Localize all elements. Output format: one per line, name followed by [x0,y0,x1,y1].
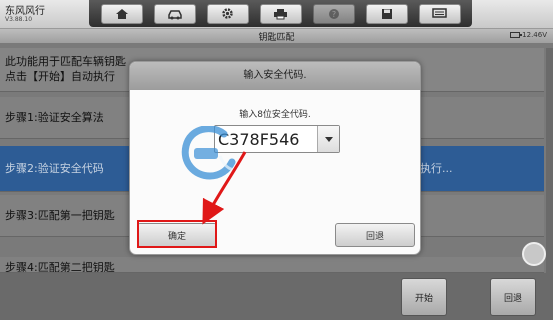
back-button[interactable]: 回退 [490,278,536,316]
start-button[interactable]: 开始 [401,278,447,316]
footer-bar: 开始 回退 [0,273,553,320]
dialog-title: 输入安全代码. [130,62,420,90]
scrollbar[interactable] [546,48,553,273]
printer-icon [274,8,287,19]
toolbar: ? [89,0,472,27]
dialog-prompt: 输入8位安全代码. [239,110,311,120]
dropdown-button[interactable] [317,126,339,152]
top-bar: 东风风行 V3.88.10 ? [0,0,553,29]
step-row-4[interactable]: 步骤4:匹配第二把钥匙 [0,257,544,273]
svg-text:?: ? [331,10,335,19]
battery-voltage: 12.46V [522,31,547,39]
highlight-box [137,220,217,248]
message-button[interactable] [418,3,461,24]
step-row-2-label: 步骤2:验证安全代码 [5,162,104,175]
gear-icon [222,8,233,19]
app-version: V3.88.10 [5,16,33,23]
chevron-down-icon [324,136,333,142]
step-row-2-status: 执行... [420,162,453,175]
help-button[interactable]: ? [312,3,355,24]
car-button[interactable] [153,3,196,24]
message-icon [432,7,447,18]
home-button[interactable] [100,3,143,24]
watermark-logo-icon [181,126,237,180]
save-icon [381,8,392,19]
home-icon [115,8,128,19]
settings-button[interactable] [206,3,249,24]
dialog-back-button[interactable]: 回退 [335,223,415,247]
save-button[interactable] [365,3,408,24]
print-button[interactable] [259,3,302,24]
help-icon: ? [328,8,339,19]
car-icon [167,9,182,19]
battery-icon [510,32,523,38]
app-title: 东风风行 [5,6,45,17]
sub-header: 钥匙匹配 12.46V [0,29,553,43]
battery-status: 12.46V [510,31,547,39]
page-title: 钥匙匹配 [258,33,295,43]
floating-assist-button[interactable] [522,242,546,266]
